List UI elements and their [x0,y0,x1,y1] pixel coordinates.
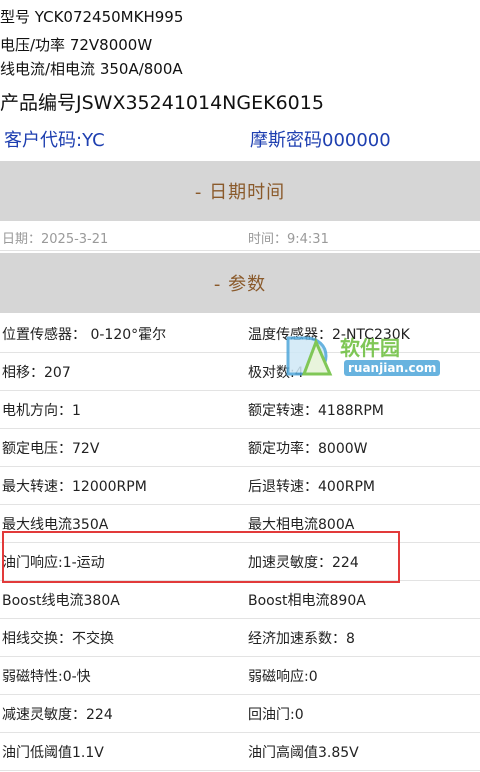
params-section-header[interactable]: - 参数 [0,253,480,313]
param-throttle-low-threshold: 油门低阈值1.1V [2,745,104,761]
product-code: 产品编号JSWX35241014NGEK6015 [0,92,324,114]
param-field-weakening: 弱磁特性:0-快 [2,669,91,685]
param-position-sensor: 位置传感器： 0-120°霍尔 [2,327,167,343]
highlight-box [2,531,400,583]
param-phase-shift: 相移：207 [2,365,71,381]
param-max-speed: 最大转速：12000RPM [2,479,147,495]
param-row: 最大转速：12000RPM 后退转速：400RPM [0,466,480,505]
param-pole-pairs: 极对数:4 [248,365,304,381]
date-value: 日期：2025-3-21 [2,232,109,247]
param-boost-phase-current: Boost相电流890A [248,593,366,609]
param-phase-swap: 相线交换：不交换 [2,631,114,647]
param-rated-speed: 额定转速：4188RPM [248,403,384,419]
time-value: 时间：9:4:31 [248,232,329,247]
param-throttle-return: 回油门:0 [248,707,304,723]
param-row: 相移：207 极对数:4 [0,352,480,391]
param-row: 位置传感器： 0-120°霍尔 温度传感器：2-NTC230K [0,314,480,353]
customer-code: 客户代码:YC [4,130,105,151]
param-row: 油门低阈值1.1V 油门高阈值3.85V [0,732,480,771]
param-reverse-speed: 后退转速：400RPM [248,479,375,495]
model-line: 型号 YCK072450MKH995 [0,8,184,26]
param-field-weakening-response: 弱磁响应:0 [248,669,318,685]
param-row: 减速灵敏度：224 回油门:0 [0,694,480,733]
param-row: Boost线电流380A Boost相电流890A [0,580,480,619]
param-row: 电机方向：1 额定转速：4188RPM [0,390,480,429]
param-temp-sensor: 温度传感器：2-NTC230K [248,327,410,343]
param-row: 弱磁特性:0-快 弱磁响应:0 [0,656,480,695]
param-decel-sensitivity: 减速灵敏度：224 [2,707,113,723]
param-motor-direction: 电机方向：1 [2,403,81,419]
param-throttle-high-threshold: 油门高阈值3.85V [248,745,359,761]
param-boost-line-current: Boost线电流380A [2,593,120,609]
param-rated-power: 额定功率：8000W [248,441,368,457]
date-time-row: 日期：2025-3-21 时间：9:4:31 [0,222,480,251]
param-rated-voltage: 额定电压：72V [2,441,100,457]
date-section-header[interactable]: - 日期时间 [0,161,480,221]
param-row: 额定电压：72V 额定功率：8000W [0,428,480,467]
current-line: 线电流/相电流 350A/800A [0,60,183,78]
morse-code: 摩斯密码000000 [250,130,391,151]
param-eco-accel: 经济加速系数：8 [248,631,355,647]
voltage-power-line: 电压/功率 72V8000W [0,36,153,54]
param-row: 相线交换：不交换 经济加速系数：8 [0,618,480,657]
